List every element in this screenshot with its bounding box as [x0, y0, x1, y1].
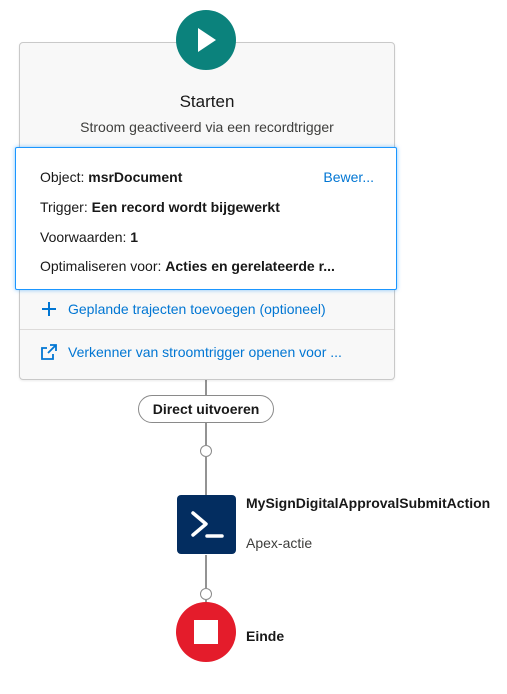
play-icon: [198, 28, 216, 52]
trigger-details-panel[interactable]: Object: msrDocument Bewer... Trigger: Ee…: [15, 147, 397, 290]
conditions-label: Voorwaarden:: [40, 229, 127, 245]
open-trigger-explorer-label: Verkenner van stroomtrigger openen voor …: [68, 344, 342, 360]
stop-icon: [194, 620, 218, 644]
connector-line-4: [205, 555, 207, 588]
edit-link[interactable]: Bewer...: [323, 169, 374, 185]
add-element-connector[interactable]: [200, 588, 212, 600]
optimize-value: Acties en gerelateerde r...: [165, 258, 335, 274]
apex-action-node[interactable]: [177, 495, 236, 554]
action-type: Apex-actie: [246, 535, 313, 551]
start-node[interactable]: [176, 10, 236, 70]
divider: [20, 329, 394, 330]
optimize-row: Optimaliseren voor: Acties en gerelateer…: [40, 258, 372, 274]
object-row: Object: msrDocument: [40, 169, 182, 185]
external-link-icon: [40, 343, 58, 361]
optimize-label: Optimaliseren voor:: [40, 258, 162, 274]
path-label-pill[interactable]: Direct uitvoeren: [138, 395, 274, 423]
connector-line-2: [205, 422, 207, 445]
apex-terminal-icon: [190, 510, 224, 538]
object-value: msrDocument: [88, 169, 183, 185]
end-node[interactable]: [176, 602, 236, 662]
connector-line-1: [205, 379, 207, 395]
action-name: MySignDigitalApprovalSubmitAction: [246, 495, 491, 511]
object-label: Object:: [40, 169, 85, 185]
open-trigger-explorer-link[interactable]: Verkenner van stroomtrigger openen voor …: [20, 332, 394, 372]
conditions-value: 1: [130, 229, 139, 245]
plus-icon: [40, 300, 58, 318]
start-subtitle: Stroom geactiveerd via een recordtrigger: [80, 119, 334, 135]
add-scheduled-paths-label: Geplande trajecten toevoegen (optioneel): [68, 301, 326, 317]
trigger-value: Een record wordt bijgewerkt: [91, 199, 280, 215]
start-title: Starten: [179, 92, 235, 111]
add-scheduled-paths-link[interactable]: Geplande trajecten toevoegen (optioneel): [20, 289, 394, 329]
connector-line-3: [205, 457, 207, 495]
trigger-row: Trigger: Een record wordt bijgewerkt: [40, 199, 280, 215]
add-element-connector[interactable]: [200, 445, 212, 457]
conditions-row: Voorwaarden: 1: [40, 229, 138, 245]
end-label: Einde: [246, 628, 285, 644]
trigger-label: Trigger:: [40, 199, 88, 215]
